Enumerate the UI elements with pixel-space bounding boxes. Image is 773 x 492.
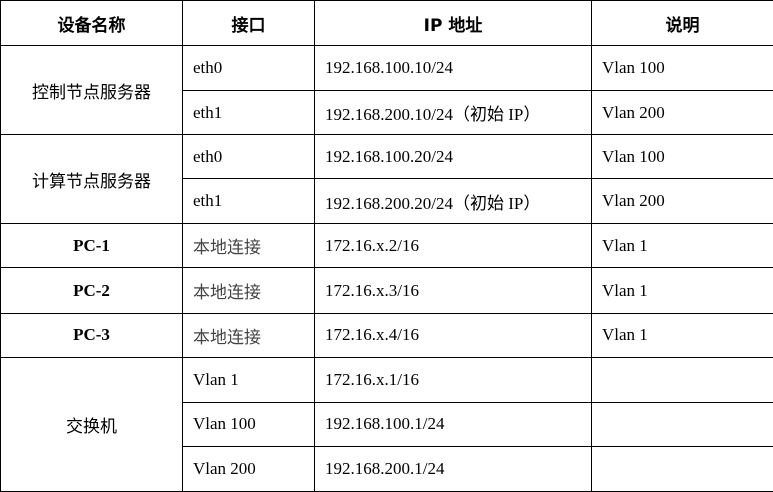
- device-cell: PC-3: [0, 312, 183, 358]
- note-cell: Vlan 1: [591, 312, 773, 358]
- table-row: PC-2 本地连接 172.16.x.3/16 Vlan 1: [0, 267, 773, 314]
- interface-cell: 本地连接: [182, 312, 315, 358]
- device-cell: 交换机: [0, 356, 183, 492]
- device-cell: PC-2: [0, 267, 183, 314]
- ip-cell: 172.16.x.2/16: [314, 223, 592, 269]
- device-cell: PC-1: [0, 223, 183, 269]
- ip-cell: 172.16.x.1/16: [314, 356, 592, 403]
- table-header-row: 设备名称 接口 IP 地址 说明: [0, 0, 773, 46]
- header-device: 设备名称: [0, 0, 183, 46]
- header-note: 说明: [591, 0, 773, 46]
- ip-cell: 172.16.x.4/16: [314, 312, 592, 358]
- interface-cell: eth1: [182, 178, 315, 225]
- ip-cell: 192.168.200.1/24: [314, 445, 592, 492]
- ip-cell: 192.168.100.10/24: [314, 44, 592, 92]
- table-row: 计算节点服务器 eth0 192.168.100.20/24 Vlan 100: [0, 134, 773, 225]
- interface-cell: Vlan 1: [182, 356, 315, 403]
- note-cell: [591, 401, 773, 447]
- interface-cell: eth1: [182, 90, 315, 136]
- table-row: PC-3 本地连接 172.16.x.4/16 Vlan 1: [0, 312, 773, 358]
- note-cell: Vlan 100: [591, 44, 773, 92]
- interface-cell: eth0: [182, 134, 315, 180]
- ip-cell: 192.168.100.1/24: [314, 401, 592, 447]
- device-cell: 计算节点服务器: [0, 134, 183, 225]
- note-cell: Vlan 100: [591, 134, 773, 180]
- table-row: PC-1 本地连接 172.16.x.2/16 Vlan 1: [0, 223, 773, 269]
- header-interface: 接口: [182, 0, 315, 46]
- ip-cell: 172.16.x.3/16: [314, 267, 592, 314]
- interface-cell: Vlan 200: [182, 445, 315, 492]
- interface-cell: eth0: [182, 44, 315, 92]
- interface-cell: 本地连接: [182, 223, 315, 269]
- table-row: 交换机 Vlan 1 172.16.x.1/16: [0, 356, 773, 492]
- note-cell: Vlan 1: [591, 223, 773, 269]
- note-cell: [591, 356, 773, 403]
- ip-cell: 192.168.100.20/24: [314, 134, 592, 180]
- network-config-table: 设备名称 接口 IP 地址 说明 控制节点服务器 eth0 192.168.10…: [0, 0, 773, 492]
- interface-cell: 本地连接: [182, 267, 315, 314]
- ip-cell: 192.168.200.20/24（初始 IP）: [314, 178, 592, 225]
- ip-cell: 192.168.200.10/24（初始 IP）: [314, 90, 592, 136]
- note-cell: Vlan 1: [591, 267, 773, 314]
- note-cell: Vlan 200: [591, 90, 773, 136]
- note-cell: Vlan 200: [591, 178, 773, 225]
- note-cell: [591, 445, 773, 492]
- table-row: 控制节点服务器 eth0 192.168.100.10/24 Vlan 100: [0, 44, 773, 136]
- header-ip: IP 地址: [314, 0, 592, 46]
- device-cell: 控制节点服务器: [0, 44, 183, 136]
- interface-cell: Vlan 100: [182, 401, 315, 447]
